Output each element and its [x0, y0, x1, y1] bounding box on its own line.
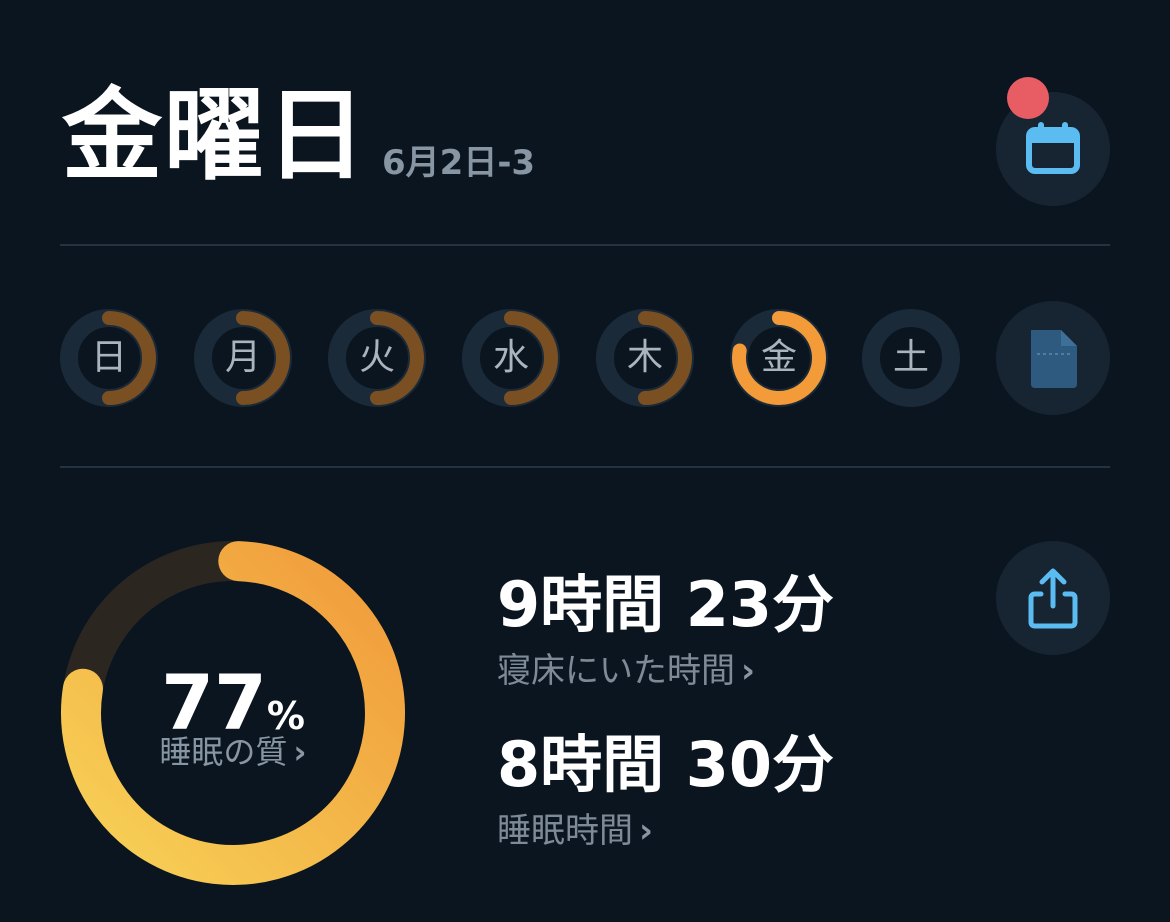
document-icon: [1031, 330, 1077, 388]
time-in-bed-label: 寝床にいた時間: [497, 651, 735, 691]
chevron-right-icon: ›: [293, 733, 307, 771]
sleep-time-link[interactable]: 睡眠時間 ›: [497, 814, 653, 848]
sleep-time-label: 睡眠時間: [497, 811, 633, 851]
sleep-quality-value: 77%: [60, 665, 406, 741]
day-ring-sat[interactable]: 土: [862, 309, 960, 407]
page-title: 金曜日: [62, 77, 368, 194]
day-ring-mon[interactable]: 月: [194, 309, 292, 407]
day-ring-thu[interactable]: 木: [596, 309, 694, 407]
divider: [60, 466, 1110, 468]
day-label: 木: [626, 337, 663, 378]
share-button[interactable]: [996, 541, 1110, 655]
day-label: 日: [90, 337, 127, 378]
divider: [60, 244, 1110, 246]
share-icon: [1028, 568, 1078, 629]
sleep-quality-unit: %: [266, 694, 305, 738]
day-ring-tue[interactable]: 火: [328, 309, 426, 407]
day-ring-fri[interactable]: 金: [730, 309, 828, 407]
day-label: 水: [492, 337, 529, 378]
day-label: 月: [224, 337, 261, 378]
day-label: 火: [358, 337, 395, 378]
day-ring-sun[interactable]: 日: [60, 309, 158, 407]
day-ring-wed[interactable]: 水: [462, 309, 560, 407]
notification-badge: [1007, 77, 1049, 119]
day-label: 土: [892, 337, 929, 378]
day-label: 金: [760, 337, 797, 378]
sleep-quality-label: 睡眠の質: [159, 733, 288, 771]
sleep-quality-ring[interactable]: 77% 睡眠の質 ›: [60, 540, 406, 886]
chevron-right-icon: ›: [741, 651, 756, 691]
chevron-right-icon: ›: [639, 811, 654, 851]
notes-button[interactable]: [996, 301, 1110, 415]
sleep-time-value: 8時間 30分: [497, 728, 835, 801]
calendar-icon: [1026, 122, 1080, 174]
sleep-quality-link[interactable]: 睡眠の質 ›: [60, 736, 406, 768]
date-range: 6月2日-3: [382, 143, 536, 183]
time-in-bed-value: 9時間 23分: [497, 568, 835, 641]
sleep-summary-screen: 金曜日 6月2日-3 日 月 火 水 木 金 土 77% 睡眠の質 › 9時間 …: [0, 0, 1170, 922]
time-in-bed-link[interactable]: 寝床にいた時間 ›: [497, 654, 755, 688]
